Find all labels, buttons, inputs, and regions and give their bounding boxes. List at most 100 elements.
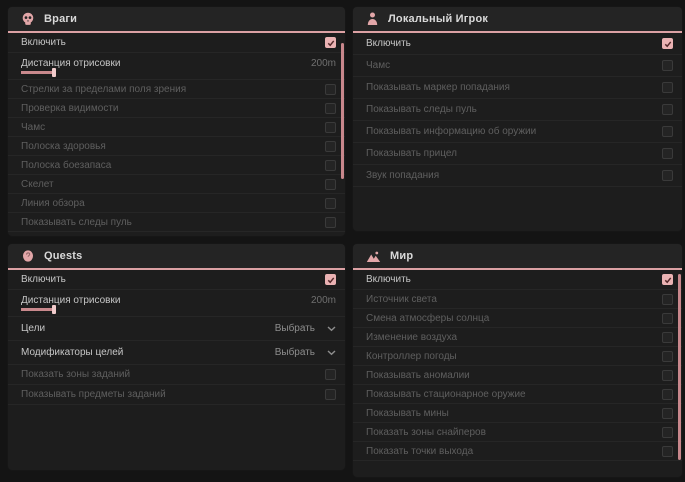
row-label: Смена атмосферы солнца (366, 313, 489, 324)
row-crosshair[interactable]: Показывать прицел (353, 143, 682, 165)
row-label: Включить (366, 274, 411, 285)
row-sun-atmosphere[interactable]: Смена атмосферы солнца (353, 309, 682, 328)
panel-title: Quests (44, 250, 83, 262)
row-render-distance: Дистанция отрисовки 200m (8, 290, 345, 317)
row-label: Контроллер погоды (366, 351, 457, 362)
row-enable[interactable]: Включить (353, 270, 682, 290)
row-light-source[interactable]: Источник света (353, 290, 682, 309)
checkbox-unchecked[interactable] (662, 351, 673, 362)
row-air-change[interactable]: Изменение воздуха (353, 328, 682, 347)
row-enable[interactable]: Включить (353, 33, 682, 55)
row-hit-sound[interactable]: Звук попадания (353, 165, 682, 187)
row-label: Показать зоны заданий (21, 369, 130, 380)
goal-modifiers-dropdown[interactable]: Выбрать (275, 347, 336, 358)
checkbox-unchecked[interactable] (325, 198, 336, 209)
row-goal-modifiers: Модификаторы целей Выбрать (8, 341, 345, 365)
checkbox-unchecked[interactable] (662, 427, 673, 438)
mountain-icon (366, 250, 381, 263)
row-enable[interactable]: Включить (8, 270, 345, 290)
row-sniper-zones[interactable]: Показать зоны снайперов (353, 423, 682, 442)
checkbox-unchecked[interactable] (325, 84, 336, 95)
slider-value: 200m (311, 58, 336, 69)
panel-world-header[interactable]: Мир (353, 244, 682, 270)
slider-track[interactable] (21, 308, 336, 311)
row-exit-points[interactable]: Показать точки выхода (353, 442, 682, 461)
checkbox-unchecked[interactable] (325, 179, 336, 190)
panel-title: Локальный Игрок (388, 13, 488, 25)
row-ammo-bar[interactable]: Полоска боезапаса (8, 156, 345, 175)
goals-dropdown[interactable]: Выбрать (275, 323, 336, 334)
checkbox-unchecked[interactable] (662, 446, 673, 457)
checkbox-unchecked[interactable] (325, 217, 336, 228)
row-label: Скелет (21, 179, 54, 190)
row-label: Полоска боезапаса (21, 160, 111, 171)
slider-thumb[interactable] (52, 305, 56, 314)
checkbox-unchecked[interactable] (662, 294, 673, 305)
row-view-line[interactable]: Линия обзора (8, 194, 345, 213)
row-label: Показывать маркер попадания (366, 82, 510, 93)
row-label: Линия обзора (21, 198, 85, 209)
row-chams[interactable]: Чамс (8, 118, 345, 137)
checkbox-unchecked[interactable] (662, 82, 673, 93)
row-offscreen-arrows[interactable]: Стрелки за пределами поля зрения (8, 80, 345, 99)
checkbox-unchecked[interactable] (662, 148, 673, 159)
slider-track[interactable] (21, 71, 336, 74)
slider-fill (21, 71, 55, 74)
checkbox-unchecked[interactable] (662, 408, 673, 419)
checkbox-checked[interactable] (662, 38, 673, 49)
row-goals: Цели Выбрать (8, 317, 345, 341)
row-anomalies[interactable]: Показывать аномалии (353, 366, 682, 385)
row-skeleton[interactable]: Скелет (8, 175, 345, 194)
checkbox-unchecked[interactable] (325, 103, 336, 114)
row-bullet-traces[interactable]: Показывать следы пуль (8, 213, 345, 232)
checkbox-unchecked[interactable] (325, 160, 336, 171)
row-label: Дистанция отрисовки (21, 58, 120, 69)
row-health-bar[interactable]: Полоска здоровья (8, 137, 345, 156)
row-mines[interactable]: Показывать мины (353, 404, 682, 423)
panel-title: Враги (44, 13, 77, 25)
row-bullet-traces[interactable]: Показывать следы пуль (353, 99, 682, 121)
panel-enemies-header[interactable]: Враги (8, 7, 345, 33)
checkbox-unchecked[interactable] (662, 313, 673, 324)
row-weather-controller[interactable]: Контроллер погоды (353, 347, 682, 366)
checkbox-unchecked[interactable] (325, 141, 336, 152)
row-label: Дистанция отрисовки (21, 295, 120, 306)
row-weapon-info[interactable]: Показывать информацию об оружии (353, 121, 682, 143)
checkbox-checked[interactable] (325, 37, 336, 48)
panel-local-player-header[interactable]: Локальный Игрок (353, 7, 682, 33)
row-quest-items[interactable]: Показывать предметы заданий (8, 385, 345, 405)
row-label: Полоска здоровья (21, 141, 106, 152)
panel-quests-body: Включить Дистанция отрисовки 200m Цели В… (8, 270, 345, 405)
row-label: Модификаторы целей (21, 347, 123, 358)
checkbox-checked[interactable] (662, 274, 673, 285)
row-quest-zones[interactable]: Показать зоны заданий (8, 365, 345, 385)
slider-fill (21, 308, 55, 311)
row-enable[interactable]: Включить (8, 33, 345, 53)
checkbox-unchecked[interactable] (662, 370, 673, 381)
scrollbar[interactable] (341, 43, 344, 179)
checkbox-unchecked[interactable] (662, 170, 673, 181)
checkbox-unchecked[interactable] (662, 104, 673, 115)
panel-local-player-body: Включить Чамс Показывать маркер попадани… (353, 33, 682, 187)
row-label: Показывать аномалии (366, 370, 470, 381)
checkbox-unchecked[interactable] (662, 389, 673, 400)
slider-thumb[interactable] (52, 68, 56, 77)
row-label: Звук попадания (366, 170, 439, 181)
scrollbar[interactable] (678, 274, 681, 460)
checkbox-unchecked[interactable] (325, 389, 336, 400)
row-stationary-weapons[interactable]: Показывать стационарное оружие (353, 385, 682, 404)
cheat-menu-overlay: Враги Включить Дистанция отрисовки 200m … (0, 0, 685, 482)
row-label: Показывать мины (366, 408, 449, 419)
panel-quests-header[interactable]: Quests (8, 244, 345, 270)
dropdown-value: Выбрать (275, 347, 315, 358)
row-hit-marker[interactable]: Показывать маркер попадания (353, 77, 682, 99)
checkbox-unchecked[interactable] (325, 369, 336, 380)
checkbox-unchecked[interactable] (662, 332, 673, 343)
checkbox-checked[interactable] (325, 274, 336, 285)
checkbox-unchecked[interactable] (662, 126, 673, 137)
checkbox-unchecked[interactable] (662, 60, 673, 71)
row-chams[interactable]: Чамс (353, 55, 682, 77)
row-visibility-check[interactable]: Проверка видимости (8, 99, 345, 118)
dropdown-value: Выбрать (275, 323, 315, 334)
checkbox-unchecked[interactable] (325, 122, 336, 133)
